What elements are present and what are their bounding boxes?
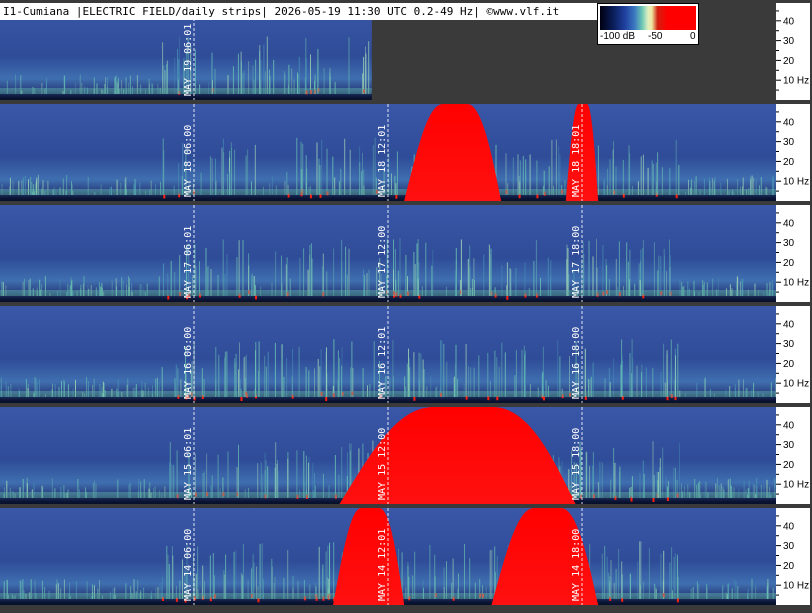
strip-separator xyxy=(0,201,812,205)
time-marker-label: MAY 18 18:01 xyxy=(571,125,582,197)
ytick-label: 10 Hz xyxy=(783,379,809,390)
time-marker-label: MAY 17 12:00 xyxy=(377,226,388,298)
time-marker-label: MAY 15 06:01 xyxy=(183,428,194,500)
ytick-label: 30 xyxy=(783,339,795,350)
spectrogram-page: MAY 19 06:01 10 Hz 20 30 40 MAY 18 06:00 MAY 1… xyxy=(0,0,812,613)
ytick-label: 30 xyxy=(783,137,795,148)
ytick-label: 10 Hz xyxy=(783,278,809,289)
strip-separator xyxy=(0,302,812,306)
daily-strips-spectrogram: MAY 19 06:01 10 Hz203040MAY 18 06:00 MAY 1… xyxy=(0,3,812,605)
strip-separator xyxy=(0,100,812,104)
ytick-label: 30 xyxy=(783,238,795,249)
ytick-label: 20 xyxy=(783,561,795,572)
time-marker-label: MAY 17 18:00 xyxy=(571,226,582,298)
ytick-label: 40 xyxy=(783,16,795,27)
chart-title: I1-Cumiana |ELECTRIC FIELD/daily strips|… xyxy=(0,3,600,20)
time-marker-label: MAY 14 06:00 xyxy=(183,529,194,601)
ytick-label: 40 xyxy=(783,218,795,229)
ytick-label: 20 xyxy=(783,157,795,168)
time-marker-label: MAY 14 12:01 xyxy=(377,529,388,601)
strip-may-16: MAY 16 06:00 MAY 16 12:01 MAY 16 18:00 10 H… xyxy=(0,306,812,407)
time-marker-label: MAY 19 06:01 xyxy=(183,24,194,96)
time-marker-label: MAY 16 12:01 xyxy=(377,327,388,399)
colorbar-legend: -100 dB -50 0 xyxy=(597,3,699,45)
colorbar-mid-label: -50 xyxy=(648,31,663,42)
ytick-label: 20 xyxy=(783,460,795,471)
time-marker-label: MAY 16 06:00 xyxy=(183,327,194,399)
time-marker-label: MAY 17 06:01 xyxy=(183,226,194,298)
ytick-label: 20 xyxy=(783,56,795,67)
ytick-label: 10 Hz xyxy=(783,177,809,188)
colorbar-max-label: 0 xyxy=(690,31,696,42)
frequency-axis: 10 Hz 20 30 40 xyxy=(776,205,810,302)
strip-may-14: MAY 14 06:00 MAY 14 12:01 MAY 14 18:00 10 H… xyxy=(0,508,810,605)
ytick-label: 30 xyxy=(783,36,795,47)
ytick-label: 40 xyxy=(783,319,795,330)
time-marker-label: MAY 18 12:01 xyxy=(377,125,388,197)
frequency-axis: 10 Hz 20 30 40 xyxy=(776,104,810,201)
time-marker-label: MAY 18 06:00 xyxy=(183,125,194,197)
time-marker-label: MAY 15 12:00 xyxy=(377,428,388,500)
ytick-label: 30 xyxy=(783,541,795,552)
time-marker-label: MAY 16 18:00 xyxy=(571,327,582,399)
time-marker-label: MAY 14 18:00 xyxy=(571,529,582,601)
strip-separator xyxy=(0,403,812,407)
strip-may-18: MAY 18 06:00 MAY 18 12:01 MAY 18 18:01 10 H… xyxy=(0,104,812,205)
ytick-label: 20 xyxy=(783,258,795,269)
ytick-label: 10 Hz xyxy=(783,480,809,491)
frequency-axis: 10 Hz 20 30 40 xyxy=(776,3,810,100)
strip-separator xyxy=(0,504,812,508)
ytick-label: 10 Hz xyxy=(783,581,809,592)
ytick-label: 30 xyxy=(783,440,795,451)
frequency-axis: 10 Hz 20 30 40 xyxy=(776,306,810,403)
frequency-axis: 10 Hz 20 30 40 xyxy=(776,407,810,504)
colorbar-gradient xyxy=(600,6,696,30)
strip-may-17: MAY 17 06:01 MAY 17 12:00 MAY 17 18:00 10 H… xyxy=(0,205,812,306)
ytick-label: 40 xyxy=(783,521,795,532)
strip-may-15: MAY 15 06:01 MAY 15 12:00 MAY 15 18:00 10 H… xyxy=(0,407,812,508)
ytick-label: 40 xyxy=(783,420,795,431)
ytick-label: 10 Hz xyxy=(783,76,809,87)
colorbar-min-label: -100 dB xyxy=(600,31,636,42)
ytick-label: 20 xyxy=(783,359,795,370)
frequency-axis: 10 Hz 20 30 40 xyxy=(776,508,810,605)
ytick-label: 40 xyxy=(783,117,795,128)
time-marker-label: MAY 15 18:00 xyxy=(571,428,582,500)
